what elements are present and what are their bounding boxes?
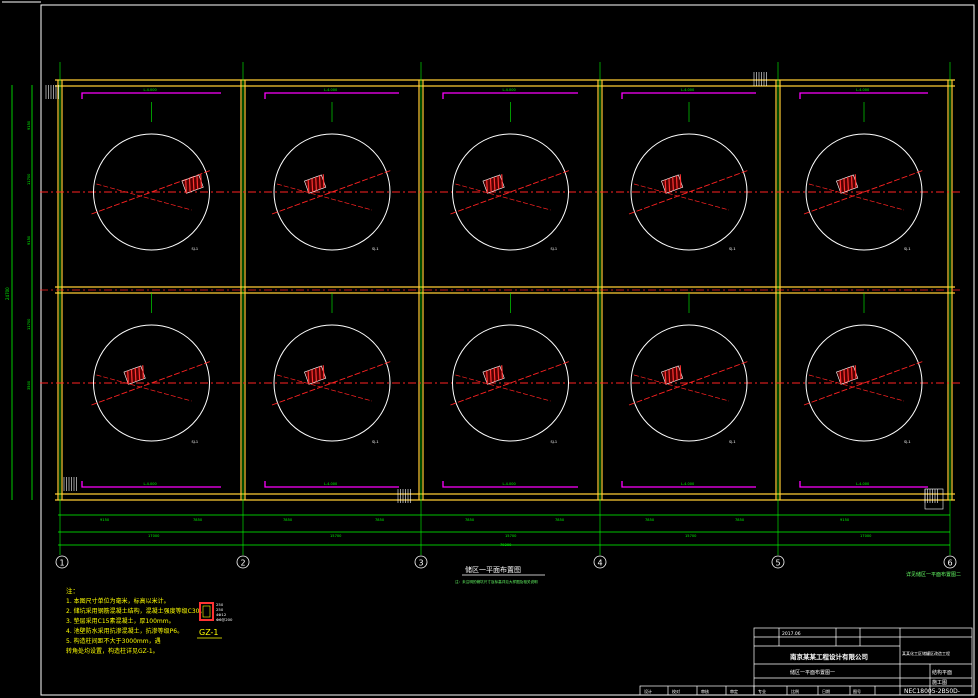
left-dimension: 9150 [27,120,31,130]
left-dimension: 9150 [27,235,31,245]
bottom-span: 15700 [505,534,517,538]
bottom-dimension: 7850 [375,518,385,522]
title-drawing-no: NEC18005-2BS0D- [904,688,960,695]
title-block-label: 日期 [822,688,830,694]
slab-mark: L-4.000 [324,88,337,92]
note-line: 2. 储坑采用钢筋混凝土结构，混凝土强度等级C30。 [66,607,205,615]
axis-label: 1 [59,559,64,568]
title-sheet: 结构平面 [932,669,952,676]
bottom-span: 15700 [330,534,342,538]
overall-width-dim: 79200 [500,543,512,547]
notes-block: 1. 本图尺寸单位为毫米，标高以米计。 2. 储坑采用钢筋混凝土结构，混凝土强度等… [66,597,205,655]
pit-mark: SJ-1 [904,247,911,251]
slab-mark: L-4.000 [144,482,157,486]
axis-label: 6 [947,559,952,568]
trench-outline [81,92,221,99]
pit-mark: SJ-1 [192,247,199,251]
title-project: 某某化工区储罐区改造工程 [902,650,950,656]
note-line: 1. 本图尺寸单位为毫米，标高以米计。 [66,597,170,605]
hatched-pit [181,174,204,194]
pit-mark: SJ-1 [372,247,379,251]
slab-mark: L-4.000 [856,482,869,486]
axis-label: 5 [775,559,780,568]
hatched-pit [836,365,859,385]
axis-label: 4 [597,559,602,568]
axis-label: 2 [240,559,245,568]
title-block-label: 比例 [791,688,799,694]
hatched-pit [304,174,327,194]
plan-title: 储区一平面布置图 [465,565,521,574]
slab-mark: L-4.000 [144,88,157,92]
trench-outline [799,92,928,99]
sheet-frame [40,4,975,696]
bay-grid: L-4.000 SJ-1 L-4.000 SJ-1 L-4.000 SJ-1 L-4.000… [40,62,962,555]
pit-mark: SJ-1 [192,440,199,444]
bottom-span: 17000 [860,534,872,538]
bottom-dimension: 7850 [283,518,293,522]
pit-mark: SJ-1 [904,440,911,444]
slab-mark: L-4.000 [681,88,694,92]
bottom-dimension: 7850 [193,518,203,522]
dimension-lines [11,85,950,546]
note-line: 5. 构造柱间距不大于3000mm，遇 [66,637,161,645]
trench-outline [264,92,399,99]
slab-mark: L-4.000 [503,88,516,92]
note-line: 3. 垫层采用C15素混凝土，厚100mm。 [66,617,175,625]
title-block-label: 专业 [758,688,766,694]
notes-title: 注： [66,586,79,595]
title-block-label: 审定 [730,688,738,694]
title-block-label: 图号 [853,688,861,694]
hatched-pit [661,365,684,385]
pit-mark: SJ-1 [551,440,558,444]
left-dimension: 11700 [27,318,31,330]
title-stage: 施工图 [932,679,947,686]
bottom-dimension: 7850 [735,518,745,522]
slab-mark: L-4.000 [503,482,516,486]
hatched-pit [304,365,327,385]
bottom-span: 15700 [685,534,697,538]
trench-outline [442,92,578,99]
left-dimension: 3500 [27,380,31,390]
trench-outline [621,92,756,99]
bottom-dimension: 9150 [840,518,850,522]
diagonal-axis [96,183,192,211]
bottom-dimension: 7850 [645,518,655,522]
plan-subtitle: 注：未注明的储坑尺寸及标高详见大样图及相关说明 [455,579,538,584]
dimension-texts: 24700 9150 11700 9150 11700 3500 9150 7850 7850 7… [5,120,872,547]
bottom-dimension: 7850 [555,518,565,522]
pit-mark: SJ-1 [551,247,558,251]
title-block-labels: 设计 校对 审核 审定 专业 比例 日期 图号 [644,688,861,694]
column-dimensions: 2502504Φ12Φ6@200 [216,602,233,622]
pit-mark: SJ-1 [729,247,736,251]
bottom-dimension: 7850 [465,518,475,522]
bottom-span: 17000 [148,534,160,538]
column-dimension: Φ6@200 [216,617,233,622]
title-block-label: 审核 [701,688,709,694]
title-company: 南京某某工程设计有限公司 [790,652,868,661]
axis-label: 3 [418,559,423,568]
left-dimension: 11700 [27,173,31,185]
hatched-pit [482,365,505,385]
column-label: GZ-1 [199,628,219,637]
title-date: 2017.06 [782,631,801,637]
note-line: 转角处均设置，构造柱详见GZ-1。 [66,647,159,655]
title-block [639,627,973,696]
hatched-pit [836,174,859,194]
title-drawing-name: 储区一平面布置图一 [790,669,835,676]
hatched-pit [482,174,505,194]
bottom-dimension: 9150 [100,518,110,522]
right-caption: 详见储区一平面布置图二 [906,571,961,578]
cad-drawing-canvas: L-4.000 SJ-1 L-4.000 SJ-1 L-4.000 SJ-1 L-4.000… [2,1,975,696]
hatched-pit [123,365,146,385]
hatched-pit [661,174,684,194]
title-block-label: 设计 [644,688,652,694]
pit-mark: SJ-1 [372,440,379,444]
slab-mark: L-4.000 [856,88,869,92]
pit-mark: SJ-1 [729,440,736,444]
overall-height-dim: 24700 [5,287,10,300]
title-block-label: 校对 [672,688,680,694]
note-line: 4. 池壁防水采用抗渗混凝土，抗渗等级P6。 [66,627,183,635]
slab-mark: L-4.000 [324,482,337,486]
slab-mark: L-4.000 [681,482,694,486]
